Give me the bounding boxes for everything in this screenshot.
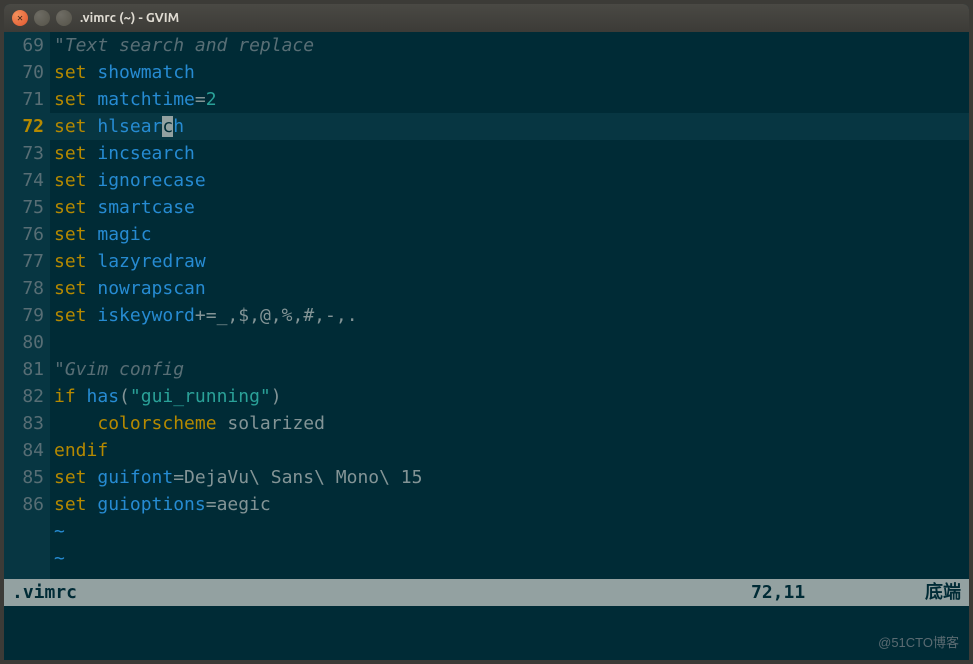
- code-content: 697071727374757677787980818283848586 "Te…: [4, 32, 969, 579]
- line-number: 85: [4, 464, 44, 491]
- line-number: 83: [4, 410, 44, 437]
- code-line[interactable]: set ignorecase: [50, 167, 969, 194]
- gvim-window: ✕ .vimrc (~) - GVIM 69707172737475767778…: [4, 4, 969, 660]
- window-title: .vimrc (~) - GVIM: [80, 11, 179, 25]
- line-number: 74: [4, 167, 44, 194]
- code-line[interactable]: set nowrapscan: [50, 275, 969, 302]
- code-line[interactable]: set matchtime=2: [50, 86, 969, 113]
- code-line[interactable]: colorscheme solarized: [50, 410, 969, 437]
- line-number: 72: [4, 113, 44, 140]
- close-icon[interactable]: ✕: [12, 10, 28, 26]
- status-filename: .vimrc: [12, 579, 751, 606]
- code-line[interactable]: set magic: [50, 221, 969, 248]
- line-number: 71: [4, 86, 44, 113]
- line-number: 79: [4, 302, 44, 329]
- line-number: 78: [4, 275, 44, 302]
- code-line[interactable]: "Text search and replace: [50, 32, 969, 59]
- code-line[interactable]: set smartcase: [50, 194, 969, 221]
- line-number: 81: [4, 356, 44, 383]
- line-number: 75: [4, 194, 44, 221]
- line-number: 73: [4, 140, 44, 167]
- line-number: 76: [4, 221, 44, 248]
- code-line[interactable]: set showmatch: [50, 59, 969, 86]
- maximize-icon[interactable]: [56, 10, 72, 26]
- line-number: 82: [4, 383, 44, 410]
- code-line[interactable]: set guifont=DejaVu\ Sans\ Mono\ 15: [50, 464, 969, 491]
- empty-line-tilde: ~: [50, 545, 969, 572]
- status-scroll: 底端: [881, 579, 961, 606]
- window-controls: ✕: [12, 10, 72, 26]
- minimize-icon[interactable]: [34, 10, 50, 26]
- line-number: 84: [4, 437, 44, 464]
- titlebar[interactable]: ✕ .vimrc (~) - GVIM: [4, 4, 969, 32]
- line-number: 80: [4, 329, 44, 356]
- code-line[interactable]: set iskeyword+=_,$,@,%,#,-,.: [50, 302, 969, 329]
- line-number: 77: [4, 248, 44, 275]
- code-line[interactable]: set lazyredraw: [50, 248, 969, 275]
- editor-area[interactable]: 697071727374757677787980818283848586 "Te…: [4, 32, 969, 660]
- code-line[interactable]: "Gvim config: [50, 356, 969, 383]
- status-bar: .vimrc 72,11 底端: [4, 579, 969, 606]
- code-line[interactable]: set incsearch: [50, 140, 969, 167]
- line-number: 69: [4, 32, 44, 59]
- code-line[interactable]: endif: [50, 437, 969, 464]
- cursor: c: [162, 116, 173, 137]
- line-number: 70: [4, 59, 44, 86]
- code-line[interactable]: set hlsearch: [50, 113, 969, 140]
- code-line[interactable]: [50, 329, 969, 356]
- command-line-area[interactable]: [4, 606, 969, 660]
- line-number-gutter: 697071727374757677787980818283848586: [4, 32, 50, 579]
- status-position: 72,11: [751, 579, 881, 606]
- code-line[interactable]: if has("gui_running"): [50, 383, 969, 410]
- empty-line-tilde: ~: [50, 518, 969, 545]
- watermark: @51CTO博客: [878, 629, 959, 656]
- code-lines[interactable]: "Text search and replaceset showmatchset…: [50, 32, 969, 579]
- line-number: 86: [4, 491, 44, 518]
- code-line[interactable]: set guioptions=aegic: [50, 491, 969, 518]
